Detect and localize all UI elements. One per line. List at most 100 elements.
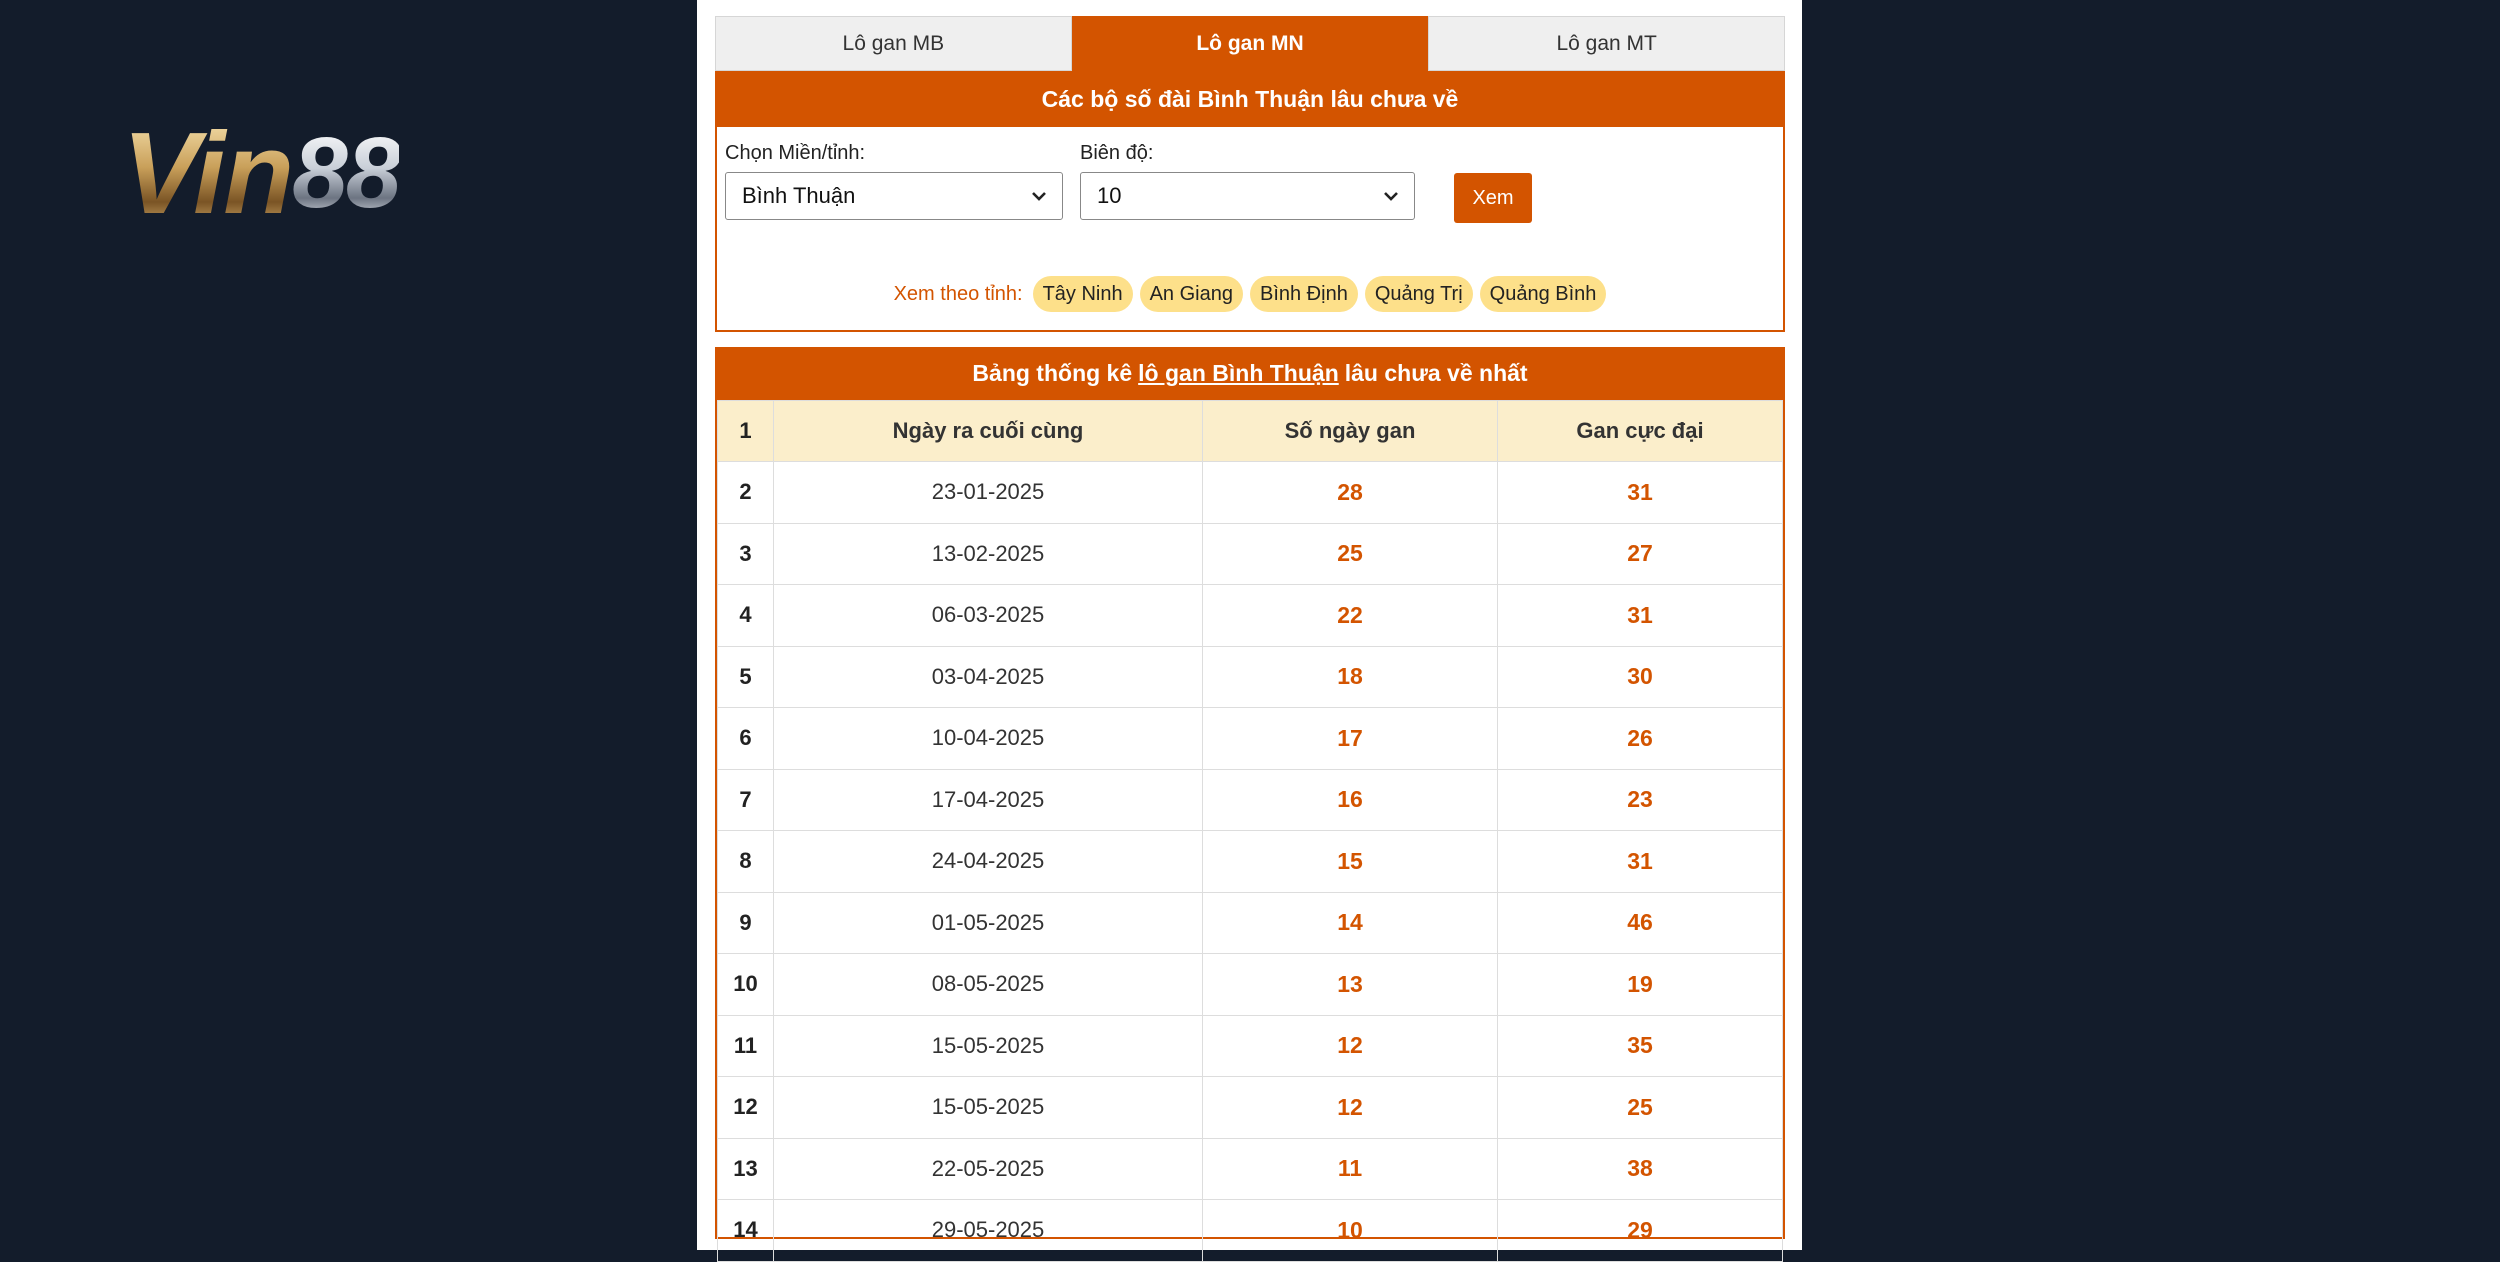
vin88-logo: Vin 88 (122, 112, 482, 234)
row-gan-days: 11 (1202, 1137, 1498, 1200)
table-row: 5 03-04-2025 18 30 (717, 645, 1783, 708)
row-index: 8 (717, 830, 774, 893)
row-index: 12 (717, 1076, 774, 1139)
row-last-date: 17-04-2025 (773, 768, 1203, 831)
table-row: 14 29-05-2025 10 29 (717, 1199, 1783, 1262)
table-row: 13 22-05-2025 11 38 (717, 1137, 1783, 1200)
row-last-date: 01-05-2025 (773, 891, 1203, 954)
province-chip-quang-tri[interactable]: Quảng Trị (1364, 276, 1473, 312)
stats-table: 1 Ngày ra cuối cùng Số ngày gan Gan cực … (717, 400, 1783, 1262)
tab-lo-gan-mn[interactable]: Lô gan MN (1071, 16, 1429, 71)
province-chip-binh-dinh[interactable]: Bình Định (1249, 276, 1358, 312)
row-index: 7 (717, 768, 774, 831)
row-index: 4 (717, 584, 774, 647)
row-last-date: 22-05-2025 (773, 1137, 1203, 1200)
row-last-date: 15-05-2025 (773, 1014, 1203, 1077)
row-last-date: 13-02-2025 (773, 522, 1203, 585)
row-max-gan: 25 (1497, 1076, 1783, 1139)
table-row: 3 13-02-2025 25 27 (717, 522, 1783, 585)
row-index: 11 (717, 1014, 774, 1077)
row-last-date: 08-05-2025 (773, 953, 1203, 1016)
region-label: Chọn Miền/tỉnh: (725, 142, 866, 164)
range-select-value: 10 (1097, 183, 1122, 208)
region-select[interactable]: Bình Thuận (725, 172, 1063, 220)
chevron-down-icon (1384, 192, 1398, 201)
row-gan-days: 16 (1202, 768, 1498, 831)
content-panel: Lô gan MB Lô gan MN Lô gan MT Các bộ số … (697, 0, 1802, 1262)
region-select-value: Bình Thuận (742, 183, 856, 208)
table-row: 10 08-05-2025 13 19 (717, 953, 1783, 1016)
header-last-date: Ngày ra cuối cùng (773, 400, 1203, 462)
province-prompt: Xem theo tỉnh: (893, 282, 1023, 305)
row-max-gan: 29 (1497, 1199, 1783, 1262)
view-button[interactable]: Xem (1454, 173, 1532, 223)
row-gan-days: 25 (1202, 522, 1498, 585)
row-last-date: 23-01-2025 (773, 461, 1203, 524)
header-max-gan: Gan cực đại (1497, 400, 1783, 462)
row-gan-days: 13 (1202, 953, 1498, 1016)
row-max-gan: 31 (1497, 461, 1783, 524)
tab-lo-gan-mt[interactable]: Lô gan MT (1428, 16, 1786, 71)
row-gan-days: 28 (1202, 461, 1498, 524)
range-select[interactable]: 10 (1080, 172, 1415, 220)
row-gan-days: 17 (1202, 707, 1498, 770)
table-row: 6 10-04-2025 17 26 (717, 707, 1783, 770)
row-max-gan: 26 (1497, 707, 1783, 770)
row-index: 6 (717, 707, 774, 770)
row-max-gan: 30 (1497, 645, 1783, 708)
row-gan-days: 18 (1202, 645, 1498, 708)
range-label: Biên độ: (1080, 142, 1154, 164)
table-row: 2 23-01-2025 28 31 (717, 461, 1783, 524)
table-row: 4 06-03-2025 22 31 (717, 584, 1783, 647)
row-index: 9 (717, 891, 774, 954)
province-links: Xem theo tỉnh: Tây Ninh An Giang Bình Đị… (717, 275, 1783, 313)
row-max-gan: 38 (1497, 1137, 1783, 1200)
row-max-gan: 31 (1497, 584, 1783, 647)
tab-lo-gan-mb[interactable]: Lô gan MB (715, 16, 1072, 71)
row-gan-days: 10 (1202, 1199, 1498, 1262)
row-max-gan: 35 (1497, 1014, 1783, 1077)
logo-text-88: 88 (292, 117, 401, 229)
province-chip-an-giang[interactable]: An Giang (1139, 276, 1243, 312)
header-gan-days: Số ngày gan (1202, 400, 1498, 462)
row-gan-days: 12 (1202, 1014, 1498, 1077)
chevron-down-icon (1032, 192, 1046, 201)
row-max-gan: 19 (1497, 953, 1783, 1016)
table-row: 12 15-05-2025 12 25 (717, 1076, 1783, 1139)
row-max-gan: 31 (1497, 830, 1783, 893)
row-gan-days: 12 (1202, 1076, 1498, 1139)
stats-title-link[interactable]: lô gan Bình Thuận (1138, 360, 1339, 387)
row-last-date: 29-05-2025 (773, 1199, 1203, 1262)
region-tabs: Lô gan MB Lô gan MN Lô gan MT (715, 16, 1786, 71)
logo-text-vin: Vin (122, 108, 294, 238)
row-index: 10 (717, 953, 774, 1016)
row-index: 13 (717, 1137, 774, 1200)
row-max-gan: 46 (1497, 891, 1783, 954)
row-index: 2 (717, 461, 774, 524)
province-chip-quang-binh[interactable]: Quảng Bình (1479, 276, 1607, 312)
table-row: 7 17-04-2025 16 23 (717, 768, 1783, 831)
row-last-date: 03-04-2025 (773, 645, 1203, 708)
row-index: 14 (717, 1199, 774, 1262)
row-gan-days: 15 (1202, 830, 1498, 893)
row-last-date: 10-04-2025 (773, 707, 1203, 770)
stats-box: Bảng thống kê lô gan Bình Thuận lâu chưa… (715, 347, 1785, 1262)
row-index: 3 (717, 522, 774, 585)
stats-title-prefix: Bảng thống kê (972, 360, 1133, 386)
row-index: 5 (717, 645, 774, 708)
row-max-gan: 27 (1497, 522, 1783, 585)
table-row: 8 24-04-2025 15 31 (717, 830, 1783, 893)
row-last-date: 06-03-2025 (773, 584, 1203, 647)
row-max-gan: 23 (1497, 768, 1783, 831)
row-gan-days: 14 (1202, 891, 1498, 954)
table-header-row: 1 Ngày ra cuối cùng Số ngày gan Gan cực … (717, 400, 1783, 462)
province-chip-tay-ninh[interactable]: Tây Ninh (1032, 276, 1133, 312)
filter-box: Các bộ số đài Bình Thuận lâu chưa về Chọ… (715, 71, 1785, 332)
row-last-date: 24-04-2025 (773, 830, 1203, 893)
stats-title: Bảng thống kê lô gan Bình Thuận lâu chưa… (717, 347, 1783, 400)
stats-title-suffix: lâu chưa về nhất (1344, 360, 1528, 386)
header-index: 1 (717, 400, 774, 462)
filter-title: Các bộ số đài Bình Thuận lâu chưa về (717, 71, 1783, 127)
row-gan-days: 22 (1202, 584, 1498, 647)
row-last-date: 15-05-2025 (773, 1076, 1203, 1139)
